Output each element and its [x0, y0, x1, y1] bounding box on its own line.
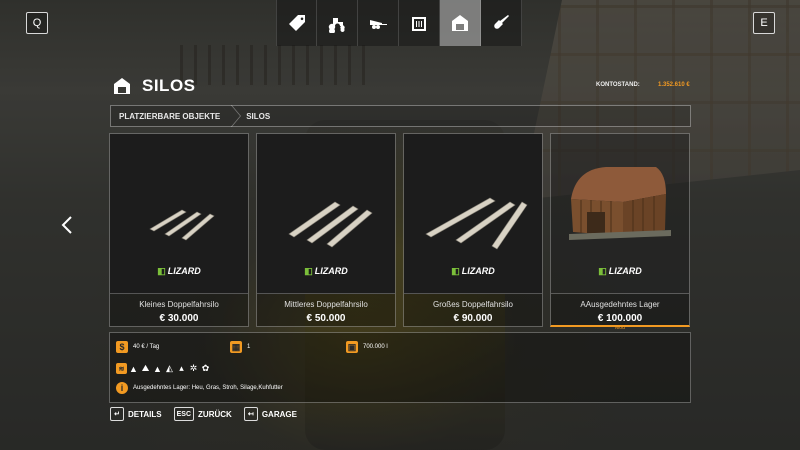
item-price: € 50.000	[306, 313, 346, 324]
trailer-icon	[370, 20, 387, 29]
money-icon: $	[116, 341, 128, 353]
item-price: € 30.000	[159, 313, 199, 324]
item-card-small-bunker-silo[interactable]: ◧ LIZARD Kleines Doppelfahrsilo € 30.000	[109, 133, 249, 327]
item-name: Großes Doppelfahrsilo	[432, 300, 514, 309]
category-tabs	[276, 0, 522, 46]
back-button[interactable]: ESC ZURÜCK	[173, 407, 232, 421]
brand-logo: ◧ LIZARD	[304, 266, 348, 276]
silage-icon: ▲	[153, 363, 162, 374]
item-price: € 90.000	[453, 313, 493, 324]
balance-label: KONTOSTAND:	[596, 82, 640, 88]
price-tag-icon	[288, 15, 305, 31]
item-card-large-bunker-silo[interactable]: ◧ LIZARD Großes Doppelfahrsilo € 90.000	[403, 133, 543, 327]
mixed-ration-icon: ✲	[189, 363, 198, 373]
tractor-icon	[328, 18, 345, 33]
garage-button[interactable]: ↤ GARAGE	[243, 407, 297, 421]
item-image: ◧ LIZARD	[551, 134, 689, 294]
upkeep-value: 40 € / Tag	[133, 344, 160, 350]
building-icon	[412, 17, 426, 31]
tab-buildings[interactable]	[399, 0, 440, 46]
mod-badge: Mod	[615, 325, 625, 331]
bunker-silo-medium-image	[288, 201, 373, 248]
item-details-panel: $ 40 € / Tag ▦ 1 ▣ 700.000 l ≋ ▲ ⛰ ▲ ◭ ▴…	[109, 332, 691, 403]
straw-icon: ⛰	[141, 363, 150, 373]
item-name: Kleines Doppelfahrsilo	[139, 300, 219, 309]
item-description: Ausgedehntes Lager: Heu, Gras, Stroh, Si…	[133, 385, 283, 391]
barn-icon	[452, 15, 468, 31]
item-name: Mittleres Doppelfahrsilo	[284, 300, 368, 309]
prev-category-key[interactable]: Q	[26, 12, 48, 34]
brand-logo: ◧ LIZARD	[157, 266, 201, 276]
tab-silos[interactable]	[440, 0, 481, 46]
capacity-value: 700.000 l	[363, 344, 388, 350]
enter-key-icon: ↵	[110, 407, 124, 421]
building-slot-icon: ▦	[230, 341, 242, 353]
slots-value: 1	[247, 344, 251, 350]
item-price: € 100.000	[597, 313, 643, 324]
shovel-icon	[494, 15, 509, 29]
chaff-icon: ◭	[166, 363, 173, 373]
item-card-medium-bunker-silo[interactable]: ◧ LIZARD Mittleres Doppelfahrsilo € 50.00…	[256, 133, 396, 327]
back-label: ZURÜCK	[198, 409, 232, 419]
storage-barn-image	[569, 167, 671, 240]
cow-feed-icon: ✿	[201, 363, 210, 373]
page-header: SILOS	[112, 76, 196, 96]
description-row: i Ausgedehntes Lager: Heu, Gras, Stroh, …	[116, 382, 283, 394]
balance-value: 1.352.610 €	[658, 82, 690, 88]
info-icon: i	[116, 382, 128, 394]
tab-sales[interactable]	[276, 0, 317, 46]
brand-logo: ◧ LIZARD	[598, 266, 642, 276]
bunker-silo-large-image	[425, 197, 528, 250]
upkeep-row: $ 40 € / Tag	[116, 341, 159, 353]
item-image: ◧ LIZARD	[404, 134, 542, 294]
footer-actions: ↵ DETAILS ESC ZURÜCK ↤ GARAGE	[110, 407, 309, 421]
grass-icon: ▲	[129, 363, 138, 374]
tab-landscaping[interactable]	[481, 0, 522, 46]
hay-icon: ≋	[116, 363, 127, 374]
tab-vehicles[interactable]	[317, 0, 358, 46]
details-button[interactable]: ↵ DETAILS	[110, 407, 162, 421]
fill-type-icons: ≋ ▲ ⛰ ▲ ◭ ▴ ✲ ✿	[116, 363, 211, 374]
tab-tools[interactable]	[358, 0, 399, 46]
item-image: ◧ LIZARD	[257, 134, 395, 294]
brand-logo: ◧ LIZARD	[451, 266, 495, 276]
backspace-key-icon: ↤	[243, 407, 258, 421]
bunker-silo-small-image	[149, 209, 215, 241]
slots-row: ▦ 1	[230, 341, 250, 353]
item-image: ◧ LIZARD	[110, 134, 248, 294]
next-category-key[interactable]: E	[753, 12, 775, 34]
previous-page-arrow[interactable]	[60, 215, 74, 235]
breadcrumb-separator	[228, 105, 238, 127]
forage-icon: ▴	[179, 363, 184, 373]
barn-icon	[114, 78, 130, 94]
capacity-icon: ▣	[346, 341, 358, 353]
breadcrumb: PLATZIERBARE OBJEKTE SILOS	[110, 105, 691, 127]
item-name: AAusgedehntes Lager	[580, 300, 660, 309]
details-label: DETAILS	[128, 409, 162, 419]
garage-label: GARAGE	[261, 409, 297, 419]
breadcrumb-item-placeable-objects[interactable]: PLATZIERBARE OBJEKTE	[111, 112, 228, 121]
esc-key-icon: ESC	[173, 407, 195, 421]
chevron-left-icon	[61, 216, 72, 234]
item-card-extended-storage[interactable]: ◧ LIZARD AAusgedehntes Lager € 100.000 Mo…	[550, 133, 690, 331]
item-list: ◧ LIZARD Kleines Doppelfahrsilo € 30.000 …	[109, 133, 690, 331]
page-title: SILOS	[142, 76, 196, 95]
breadcrumb-item-silos: SILOS	[246, 111, 271, 121]
capacity-row: ▣ 700.000 l	[346, 341, 388, 353]
